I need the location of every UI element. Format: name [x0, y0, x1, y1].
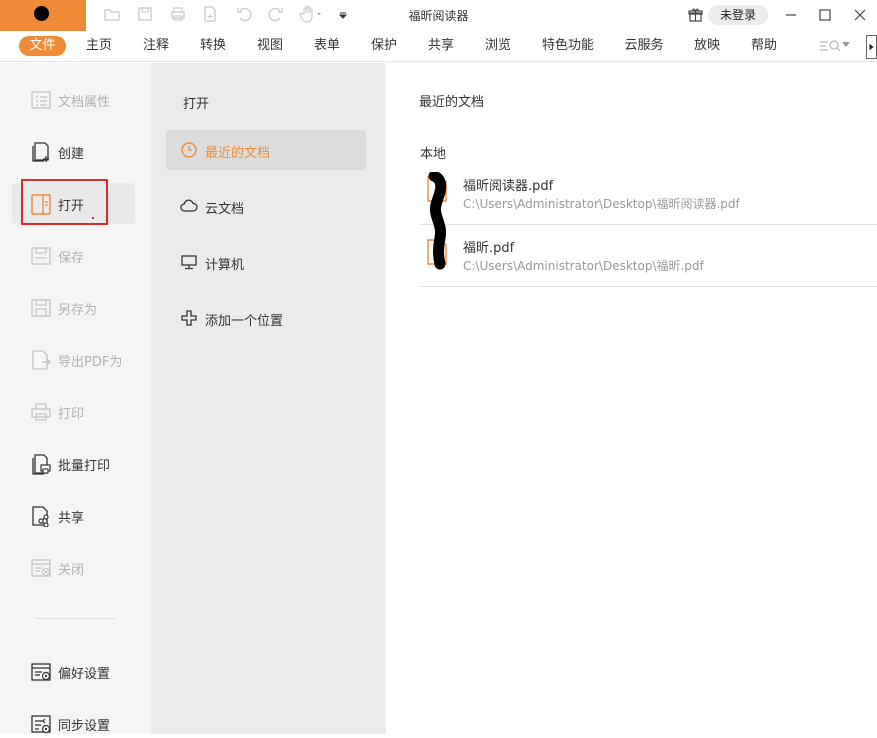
annotation-dot	[92, 217, 94, 219]
menu-view[interactable]: 视图	[256, 36, 284, 56]
logo-mark-icon	[34, 6, 49, 21]
open-options-panel: 打开 最近的文档 云文档 计算机 添加一个位置	[151, 63, 386, 734]
sidebar-item-print[interactable]: 打印	[0, 396, 151, 426]
option-label: 计算机	[205, 258, 245, 273]
sidebar-item-label: 保存	[58, 251, 85, 266]
sidebar-item-batch-print[interactable]: 批量打印	[0, 448, 151, 478]
menu-protect[interactable]: 保护	[370, 36, 398, 56]
print-icon	[31, 403, 51, 421]
sidebar-divider	[35, 618, 115, 619]
local-section-label: 本地	[420, 147, 447, 162]
sidebar-item-label: 导出PDF为	[58, 355, 123, 370]
menu-convert[interactable]: 转换	[199, 36, 227, 56]
close-doc-icon	[31, 559, 51, 577]
print-icon[interactable]	[169, 5, 187, 23]
sidebar-item-label: 另存为	[58, 303, 98, 318]
minimize-icon[interactable]	[782, 6, 800, 24]
cloud-icon	[180, 199, 198, 212]
sync-settings-icon	[31, 715, 51, 734]
sidebar-item-label: 关闭	[58, 563, 85, 578]
sidebar-item-export-pdf[interactable]: 导出PDF为	[0, 344, 151, 374]
panel-title: 打开	[183, 97, 210, 112]
recent-documents-title: 最近的文档	[419, 95, 485, 110]
menu-features[interactable]: 特色功能	[541, 36, 595, 56]
export-pdf-icon	[32, 350, 51, 370]
option-add-location[interactable]: 添加一个位置	[151, 298, 386, 338]
sidebar-item-preferences[interactable]: 偏好设置	[0, 656, 151, 686]
sidebar-item-save-as[interactable]: 另存为	[0, 292, 151, 322]
file-path: C:\Users\Administrator\Desktop\福昕阅读器.pdf	[463, 197, 740, 211]
menu-scroll-right-icon[interactable]	[866, 35, 877, 59]
redaction-scribble	[428, 172, 447, 270]
sidebar-item-share[interactable]: 共享	[0, 500, 151, 530]
login-button[interactable]: 未登录	[708, 5, 768, 25]
computer-icon	[181, 255, 197, 270]
menu-help[interactable]: 帮助	[750, 36, 778, 56]
redo-icon[interactable]	[267, 5, 285, 23]
menu-share[interactable]: 共享	[427, 36, 455, 56]
recent-file-row[interactable]: 福昕.pdf C:\Users\Administrator\Desktop\福昕…	[420, 225, 877, 287]
sidebar-item-label: 偏好设置	[58, 667, 111, 682]
menu-comment[interactable]: 注释	[142, 36, 170, 56]
sidebar-item-close[interactable]: 关闭	[0, 552, 151, 582]
menu-bar: 文件 主页 注释 转换 视图 表单 保护 共享 浏览 特色功能 云服务 放映 帮…	[0, 31, 877, 62]
file-name: 福昕.pdf	[463, 241, 515, 256]
sidebar-item-create[interactable]: 创建	[0, 136, 151, 166]
option-cloud-documents[interactable]: 云文档	[151, 186, 386, 226]
file-name: 福昕阅读器.pdf	[463, 179, 554, 194]
sidebar-item-label: 打印	[58, 407, 85, 422]
option-recent-documents[interactable]: 最近的文档	[151, 130, 386, 170]
create-icon	[32, 142, 49, 162]
sidebar-item-label: 同步设置	[58, 719, 111, 734]
menu-slideshow[interactable]: 放映	[693, 36, 721, 56]
batch-print-icon	[32, 454, 51, 475]
open-highlight-box	[21, 179, 108, 225]
save-as-icon	[31, 299, 51, 317]
new-document-icon[interactable]	[201, 5, 219, 23]
preferences-icon	[31, 663, 51, 681]
sidebar-item-label: 创建	[58, 147, 85, 162]
share-icon	[32, 506, 49, 527]
sidebar-item-document-properties[interactable]: 文档属性	[0, 84, 151, 114]
close-window-icon[interactable]	[851, 6, 869, 24]
file-sidebar: 文档属性 创建 打开 保存 另存为 导出PDF为 打印 批量打印 共享 关闭 偏…	[0, 63, 151, 734]
clock-icon	[181, 142, 197, 158]
save-icon	[31, 247, 51, 265]
recent-documents-area: 最近的文档 本地 福昕阅读器.pdf C:\Users\Administrato…	[386, 63, 877, 734]
option-label: 云文档	[205, 202, 245, 217]
sidebar-item-save[interactable]: 保存	[0, 240, 151, 270]
menu-cloud[interactable]: 云服务	[624, 36, 664, 56]
gift-icon[interactable]	[688, 7, 703, 22]
chevron-down-icon[interactable]	[842, 42, 850, 48]
option-computer[interactable]: 计算机	[151, 242, 386, 282]
maximize-icon[interactable]	[816, 6, 834, 24]
title-bar: 福昕阅读器 未登录	[0, 0, 877, 31]
sidebar-item-label: 共享	[58, 511, 85, 526]
file-path: C:\Users\Administrator\Desktop\福昕.pdf	[463, 259, 704, 273]
sidebar-item-label: 批量打印	[58, 459, 111, 474]
open-folder-icon[interactable]	[103, 5, 121, 23]
save-icon[interactable]	[136, 5, 154, 23]
menu-form[interactable]: 表单	[313, 36, 341, 56]
option-label: 添加一个位置	[205, 314, 284, 329]
recent-file-row[interactable]: 福昕阅读器.pdf C:\Users\Administrator\Desktop…	[420, 163, 877, 225]
document-properties-icon	[31, 91, 51, 109]
sidebar-item-label: 文档属性	[58, 95, 111, 110]
option-label: 最近的文档	[205, 146, 271, 161]
search-menu-icon[interactable]	[819, 37, 843, 55]
add-location-icon	[181, 310, 197, 326]
hand-tool-icon[interactable]	[299, 5, 325, 23]
menu-browse[interactable]: 浏览	[484, 36, 512, 56]
app-logo[interactable]	[0, 0, 86, 31]
undo-icon[interactable]	[235, 5, 253, 23]
menu-home[interactable]: 主页	[85, 36, 113, 56]
menu-file[interactable]: 文件	[19, 36, 66, 56]
quick-access-dropdown-icon[interactable]	[338, 5, 348, 23]
